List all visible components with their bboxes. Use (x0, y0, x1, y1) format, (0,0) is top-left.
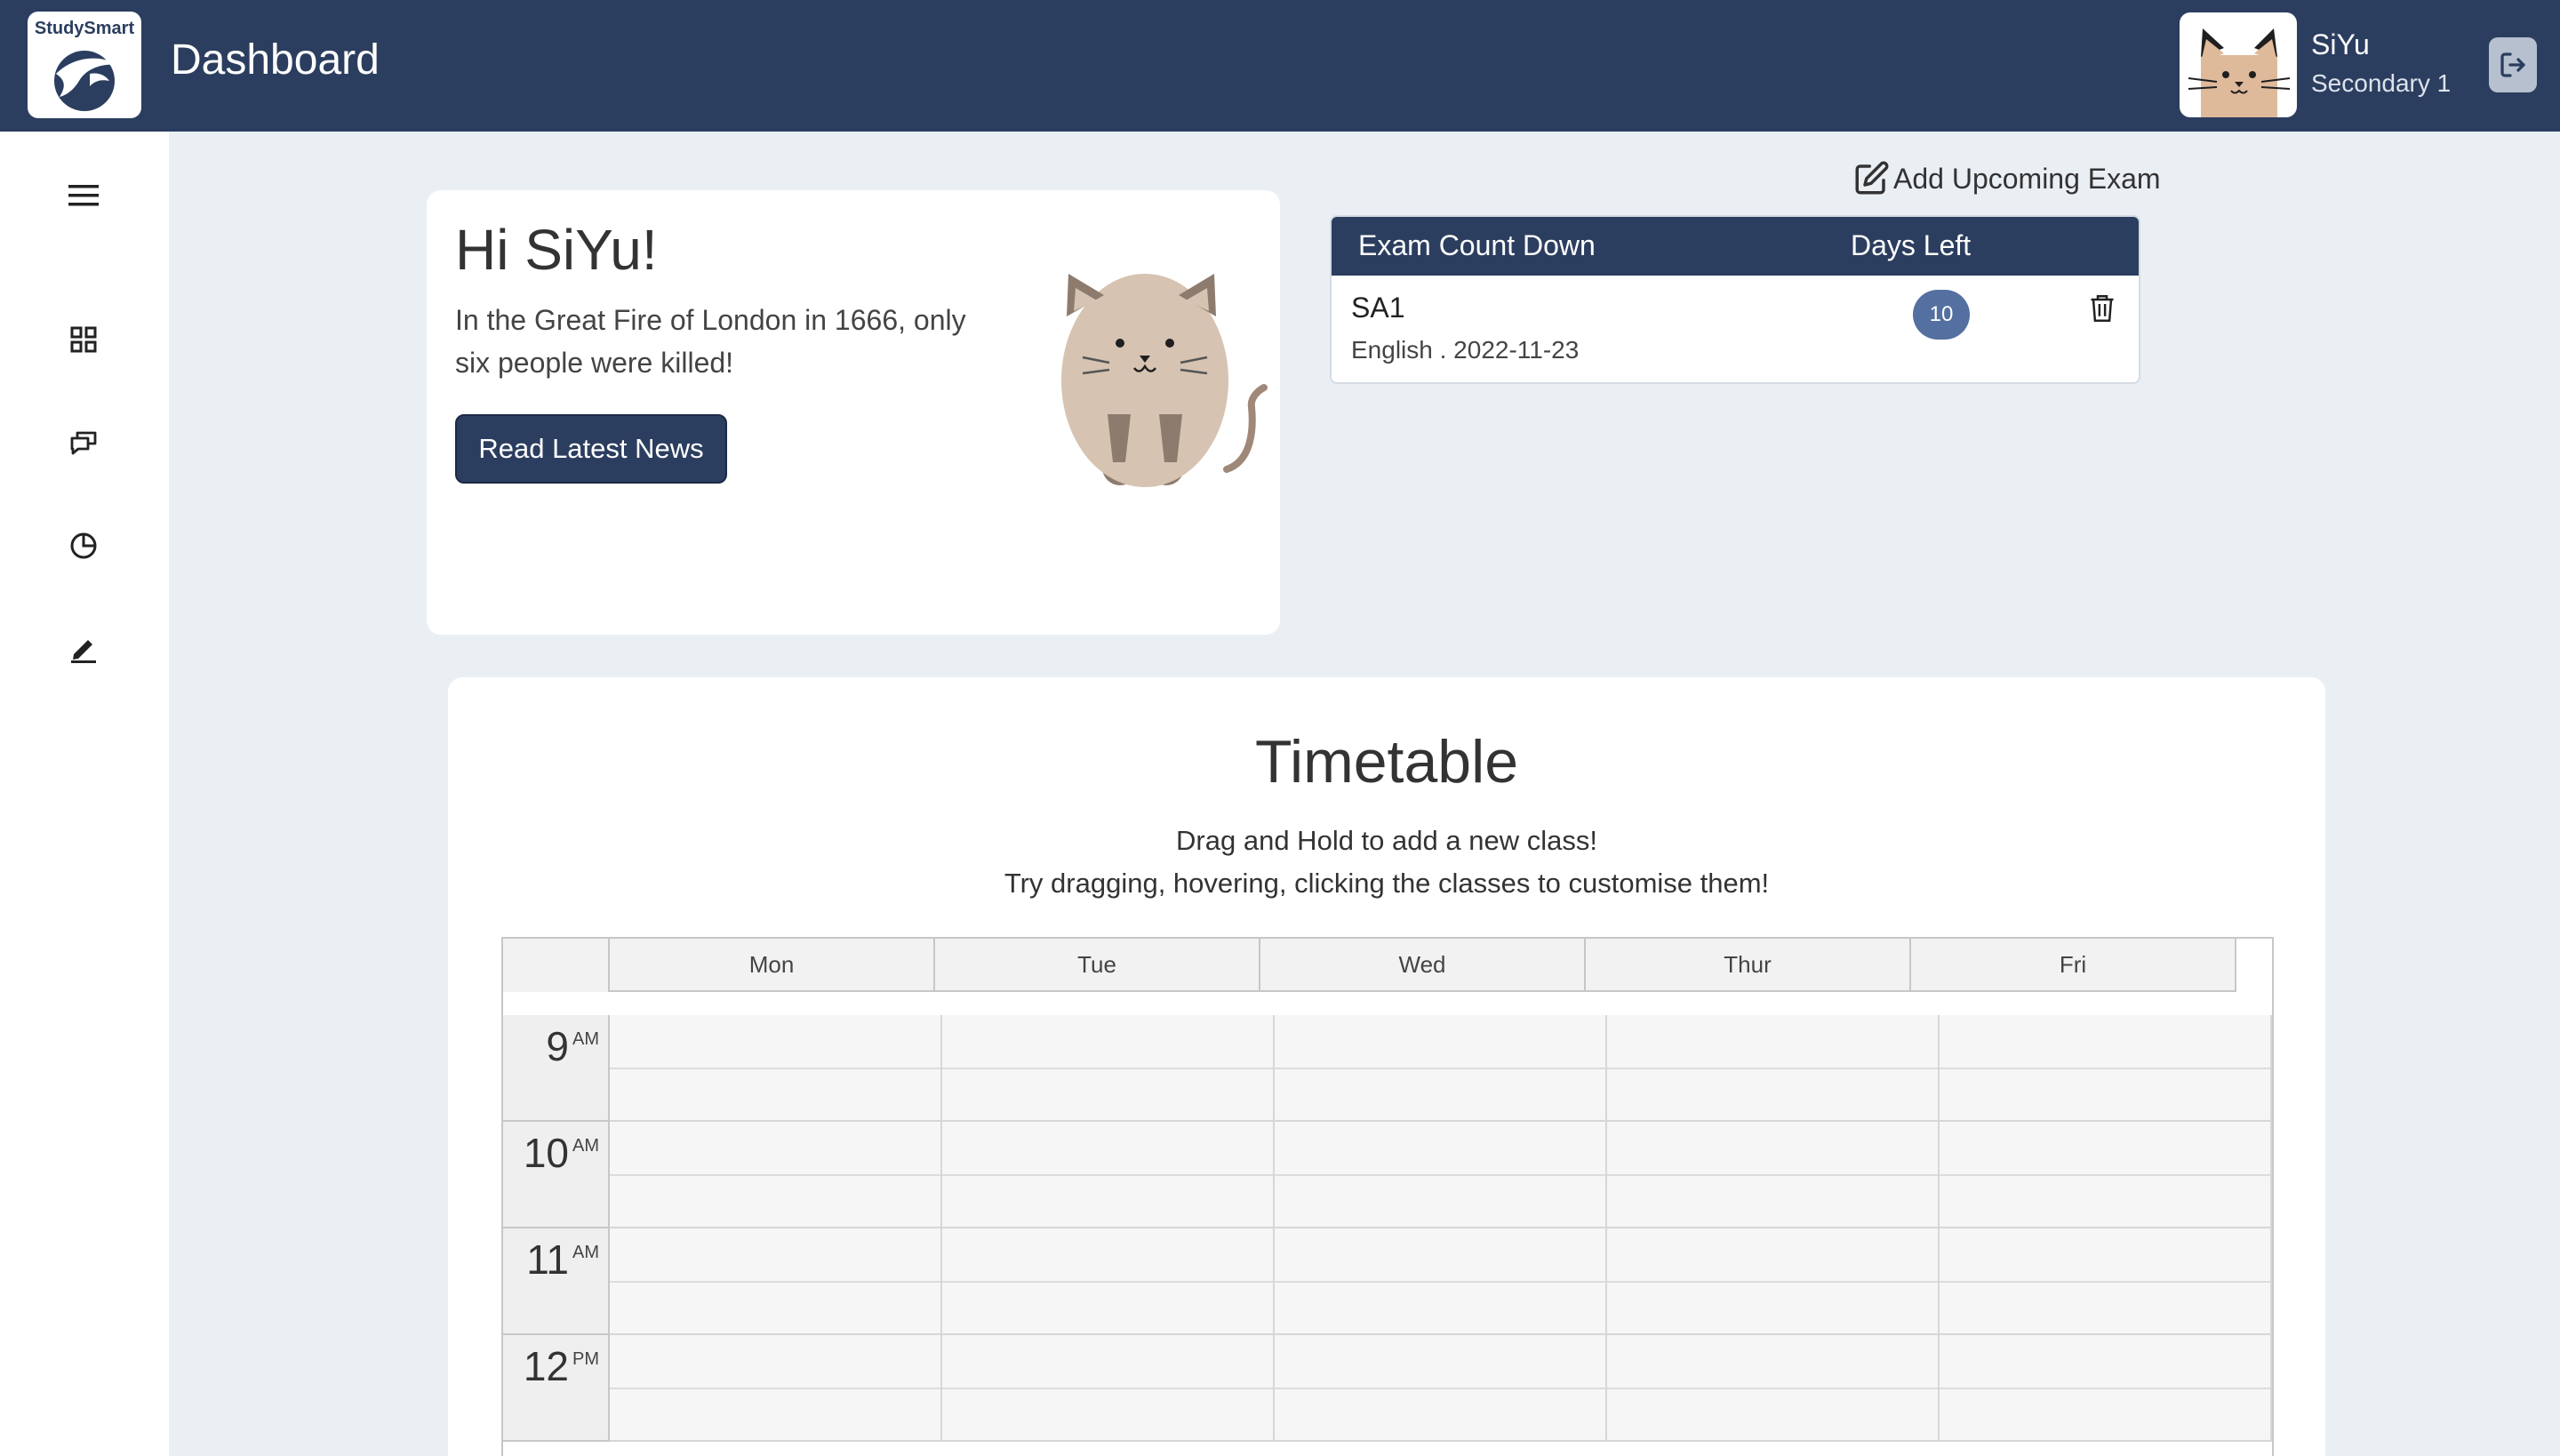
day-header-wed: Wed (1260, 939, 1586, 992)
pie-chart-icon (70, 532, 97, 559)
timetable-slot[interactable] (1275, 1228, 1607, 1335)
timetable-slot[interactable] (1275, 1015, 1607, 1122)
timetable-title: Timetable (1254, 728, 1519, 796)
sidebar (0, 132, 169, 1456)
hour-ampm: PM (572, 1349, 599, 1369)
sidebar-item-dashboard[interactable] (62, 318, 105, 361)
time-label: 11 AM (503, 1228, 610, 1335)
cat-avatar-icon (2188, 28, 2291, 117)
add-upcoming-exam-label: Add Upcoming Exam (1893, 162, 2161, 195)
timetable-slot[interactable] (1607, 1335, 1940, 1442)
chat-icon (70, 431, 97, 455)
timetable-header-row: Mon Tue Wed Thur Fri (503, 939, 2236, 992)
hour-row: 10 AM (503, 1122, 2272, 1228)
day-header-mon: Mon (610, 939, 935, 992)
read-latest-news-button[interactable]: Read Latest News (455, 414, 727, 484)
timetable-corner (503, 939, 610, 992)
hour-row: 11 AM (503, 1228, 2272, 1335)
greeting-title: Hi SiYu! (455, 218, 658, 282)
timetable-card: Timetable Drag and Hold to add a new cla… (448, 677, 2325, 1456)
timetable-slot[interactable] (1940, 1228, 2272, 1335)
hour-row: 9 AM (503, 1015, 2272, 1122)
time-label: 9 AM (503, 1015, 610, 1122)
add-upcoming-exam-button[interactable]: Add Upcoming Exam (1852, 160, 2161, 197)
hour-ampm: AM (572, 1243, 599, 1262)
timetable-grid: Mon Tue Wed Thur Fri 9 AM 10 AM 11 AM 12… (501, 937, 2274, 1456)
timetable-body: 9 AM 10 AM 11 AM 12 PM (503, 1015, 2272, 1442)
timetable-slot[interactable] (942, 1335, 1275, 1442)
sidebar-item-reports[interactable] (62, 524, 105, 567)
edit-square-icon (1855, 161, 1889, 195)
brand-name: StudySmart (34, 19, 135, 38)
exam-table-header: Exam Count Down Days Left (1332, 217, 2139, 276)
timetable-slot[interactable] (942, 1015, 1275, 1122)
menu-icon (68, 185, 99, 206)
time-label: 10 AM (503, 1122, 610, 1228)
day-header-thur: Thur (1586, 939, 1911, 992)
top-bar: StudySmart Dashboard SiYu Secondary 1 (0, 0, 2560, 132)
greeting-card: Hi SiYu! In the Great Fire of London in … (427, 190, 1280, 635)
logout-icon (2500, 52, 2525, 77)
timetable-slot[interactable] (1940, 1335, 2272, 1442)
timetable-hint-2: Try dragging, hovering, clicking the cla… (1004, 868, 1770, 899)
timetable-slot[interactable] (1940, 1015, 2272, 1122)
exam-name: SA1 (1351, 292, 1405, 324)
day-header-tue: Tue (935, 939, 1260, 992)
user-name: SiYu (2311, 28, 2370, 60)
timetable-slot[interactable] (1275, 1122, 1607, 1228)
hour-row: 12 PM (503, 1335, 2272, 1442)
timetable-slot[interactable] (610, 1015, 942, 1122)
timetable-slot[interactable] (1607, 1122, 1940, 1228)
page-title: Dashboard (171, 36, 380, 84)
dashboard-icon (70, 326, 97, 353)
timetable-slot[interactable] (942, 1122, 1275, 1228)
timetable-slot[interactable] (610, 1122, 942, 1228)
avatar[interactable] (2180, 12, 2297, 117)
hour-number: 10 (523, 1130, 569, 1176)
hour-ampm: AM (572, 1029, 599, 1049)
timetable-hint-1: Drag and Hold to add a new class! (1176, 825, 1597, 856)
timetable-slot[interactable] (610, 1228, 942, 1335)
trash-icon (2091, 295, 2114, 322)
timetable-slot[interactable] (1275, 1335, 1607, 1442)
menu-button[interactable] (62, 174, 105, 217)
exam-detail: English . 2022-11-23 (1351, 336, 1580, 364)
exam-countdown-table: Exam Count Down Days Left SA1 English . … (1330, 215, 2140, 384)
sidebar-item-chat[interactable] (62, 421, 105, 464)
fun-fact-text: In the Great Fire of London in 1666, onl… (455, 304, 966, 379)
days-left-badge: 10 (1913, 290, 1970, 340)
days-left-header: Days Left (1851, 229, 1972, 261)
day-header-fri: Fri (1911, 939, 2236, 992)
logout-button[interactable] (2489, 37, 2537, 92)
edit-icon (71, 640, 96, 663)
timetable-slot[interactable] (1607, 1015, 1940, 1122)
time-label: 12 PM (503, 1335, 610, 1442)
timetable-slot[interactable] (610, 1335, 942, 1442)
cat-illustration-icon (1061, 274, 1268, 487)
hour-number: 9 (546, 1023, 569, 1069)
delete-exam-button[interactable] (2089, 293, 2116, 328)
hour-number: 11 (526, 1236, 569, 1283)
timetable-slot[interactable] (942, 1228, 1275, 1335)
user-level: Secondary 1 (2311, 69, 2452, 97)
sidebar-item-notes[interactable] (62, 628, 105, 670)
bird-logo-icon (54, 51, 118, 111)
timetable-slot[interactable] (1607, 1228, 1940, 1335)
app-logo[interactable]: StudySmart (28, 12, 141, 118)
exam-name-header: Exam Count Down (1358, 229, 1596, 261)
hour-number: 12 (523, 1343, 569, 1389)
timetable-slot[interactable] (1940, 1122, 2272, 1228)
hour-ampm: AM (572, 1136, 599, 1156)
